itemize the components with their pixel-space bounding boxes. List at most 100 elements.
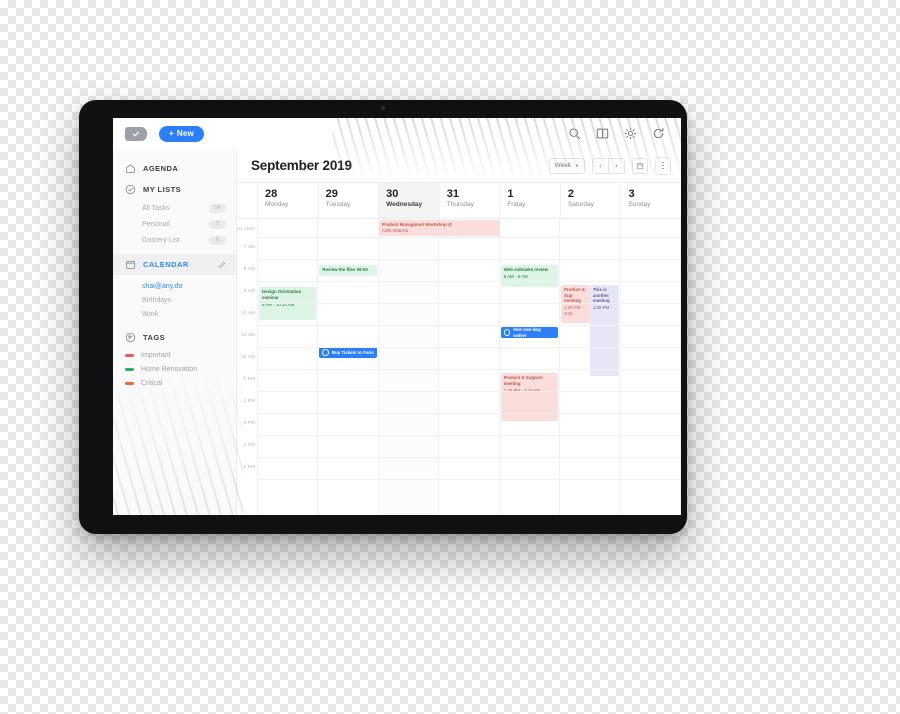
- day-column-tuesday[interactable]: Review the files 09:00 Buy Tickets to Pa…: [318, 219, 379, 515]
- tag-item-important[interactable]: Important: [113, 348, 236, 362]
- list-item-label: Personal: [142, 220, 170, 228]
- sidebar-item-agenda-label: AGENDA: [143, 164, 179, 173]
- sidebar: AGENDA MY LISTS All Tasks 14 Personal 9: [113, 149, 237, 515]
- sidebar-item-tags[interactable]: TAGS: [113, 327, 236, 348]
- tag-item-label: Home Renovation: [141, 365, 198, 373]
- calendar-item-work[interactable]: Work: [113, 307, 236, 321]
- event-subtitle: Ashli Sharma: [381, 227, 408, 233]
- plus-icon: +: [169, 129, 174, 138]
- list-item-personal[interactable]: Personal 9: [113, 216, 236, 232]
- calendar-picker-icon[interactable]: [632, 157, 648, 174]
- event-title: Web subtasks review: [503, 267, 549, 272]
- tag-icon: [125, 332, 136, 343]
- list-item-grocery-list[interactable]: Grocery List 6: [113, 232, 236, 248]
- day-columns: Design Orientation seminar 9 AM - 10:30 …: [258, 219, 681, 515]
- time-gutter-header: [237, 183, 258, 218]
- time-label: 9 AM: [243, 288, 255, 293]
- sidebar-item-agenda[interactable]: AGENDA: [113, 158, 236, 179]
- calendar-item-shai[interactable]: shai@any.do: [113, 279, 236, 293]
- event-title: This is another meeting: [592, 287, 610, 304]
- sidebar-item-calendar-label: CALENDAR: [143, 260, 189, 269]
- day-name: Saturday: [567, 201, 594, 208]
- split-view-icon[interactable]: [596, 127, 609, 140]
- task-checkbox-icon[interactable]: [322, 349, 329, 356]
- day-column-sunday[interactable]: [621, 219, 681, 515]
- device-screen: + New AGENDA MY LISTS All Tasks 14 Perso…: [113, 118, 681, 515]
- time-label: 1 PM: [243, 376, 255, 381]
- day-column-friday[interactable]: Web subtasks review 8 AM - 9 AM Hire new…: [500, 219, 561, 515]
- day-column-header[interactable]: 3 Sunday: [621, 183, 681, 218]
- calendar-item-birthdays[interactable]: Birthdays: [113, 293, 236, 307]
- time-label: 8 AM: [243, 266, 255, 271]
- refresh-icon[interactable]: [652, 127, 665, 140]
- search-icon[interactable]: [568, 127, 581, 140]
- day-column-saturday[interactable]: Product & Sup meeting 1:25 PM - 3:15 Thi…: [560, 219, 621, 515]
- time-label: ALL DAY: [237, 226, 255, 231]
- pencil-icon[interactable]: [218, 261, 226, 269]
- tag-item-label: Critical: [141, 379, 163, 387]
- check-tag-icon[interactable]: [125, 126, 147, 141]
- day-number: 31: [446, 188, 459, 200]
- gear-icon[interactable]: [624, 127, 637, 140]
- event-web-subtasks-review[interactable]: Web subtasks review 8 AM - 9 AM: [500, 265, 559, 287]
- event-product-management-workshop[interactable]: Product Managment Workshop @ Ashli Sharm…: [378, 220, 500, 236]
- time-label: 7 AM: [243, 244, 255, 249]
- app-toolbar: + New: [113, 118, 681, 149]
- list-item-all-tasks[interactable]: All Tasks 14: [113, 200, 236, 216]
- task-title: Buy Tickets to Paris: [331, 349, 374, 355]
- day-column-header-today[interactable]: 30 Wednesday: [379, 183, 440, 218]
- day-number: 2: [567, 188, 575, 200]
- prev-button[interactable]: ‹: [593, 159, 608, 173]
- day-column-wednesday[interactable]: [378, 219, 440, 515]
- more-vertical-icon[interactable]: [655, 156, 671, 175]
- task-checkbox-icon[interactable]: [503, 329, 511, 336]
- tag-item-label: Important: [141, 351, 171, 359]
- event-another-meeting[interactable]: This is another meeting 1:25 PM -: [589, 285, 619, 376]
- new-button[interactable]: + New: [159, 125, 204, 142]
- day-name: Friday: [507, 201, 526, 208]
- view-select[interactable]: Week ▼: [548, 157, 585, 174]
- list-item-count: 14: [209, 203, 226, 213]
- list-item-label: Grocery List: [142, 236, 180, 244]
- day-column-header[interactable]: 31 Thursday: [440, 183, 501, 218]
- next-button[interactable]: ›: [608, 158, 624, 173]
- tag-item-critical[interactable]: Critical: [113, 376, 236, 390]
- day-column-monday[interactable]: Design Orientation seminar 9 AM - 10:30 …: [258, 219, 319, 515]
- day-column-thursday[interactable]: [439, 219, 500, 515]
- calendar-header: September 2019 Week ▼ ‹ ›: [237, 149, 681, 183]
- day-column-header[interactable]: 1 Friday: [500, 183, 561, 218]
- task-buy-tickets-paris[interactable]: Buy Tickets to Paris: [319, 347, 377, 358]
- sidebar-item-my-lists[interactable]: MY LISTS: [113, 179, 236, 200]
- day-column-header[interactable]: 28 Monday: [258, 183, 319, 218]
- day-column-header[interactable]: 2 Saturday: [561, 183, 622, 218]
- time-label: 4 PM: [243, 442, 255, 447]
- event-title: Product & Support meeting: [503, 375, 543, 386]
- tag-item-home-renovation[interactable]: Home Renovation: [113, 362, 236, 376]
- event-review-files[interactable]: Review the files 09:00: [319, 265, 377, 276]
- app-body: AGENDA MY LISTS All Tasks 14 Personal 9: [113, 149, 681, 515]
- event-title: Design Orientation seminar: [262, 289, 302, 300]
- calendar-grid[interactable]: ALL DAY 7 AM 8 AM 9 AM 10 AM 11 AM 12 AM…: [237, 219, 681, 515]
- calendar-panel: September 2019 Week ▼ ‹ › 28 Monday 29 T…: [237, 149, 681, 515]
- chevron-down-icon: ▼: [575, 163, 579, 168]
- home-icon: [126, 164, 135, 173]
- time-label: 3 PM: [243, 420, 255, 425]
- time-label: 10 AM: [240, 310, 255, 315]
- nav-group: ‹ ›: [592, 157, 625, 174]
- check-circle-icon: [125, 184, 136, 195]
- tag-color-swatch: [125, 367, 134, 371]
- sidebar-item-calendar[interactable]: CALENDAR: [113, 254, 236, 275]
- event-product-sup-meeting[interactable]: Product & Sup meeting 1:25 PM - 3:15: [561, 285, 590, 323]
- list-item-count: 9: [209, 219, 226, 229]
- day-number: 3: [628, 188, 635, 200]
- sidebar-item-tags-label: TAGS: [143, 333, 166, 342]
- calendar-item-label: Work: [142, 310, 159, 318]
- task-hire-dog-walker[interactable]: Hire new dog walker: [500, 327, 559, 338]
- day-name: Wednesday: [386, 201, 423, 208]
- time-label: 11 AM: [241, 332, 255, 337]
- day-column-header[interactable]: 29 Tuesday: [319, 183, 380, 218]
- tag-color-swatch: [125, 381, 134, 385]
- time-gutter: ALL DAY 7 AM 8 AM 9 AM 10 AM 11 AM 12 AM…: [237, 219, 258, 515]
- event-title: Product & Sup meeting: [564, 287, 586, 304]
- event-time: 1:25 PM -: [592, 305, 612, 311]
